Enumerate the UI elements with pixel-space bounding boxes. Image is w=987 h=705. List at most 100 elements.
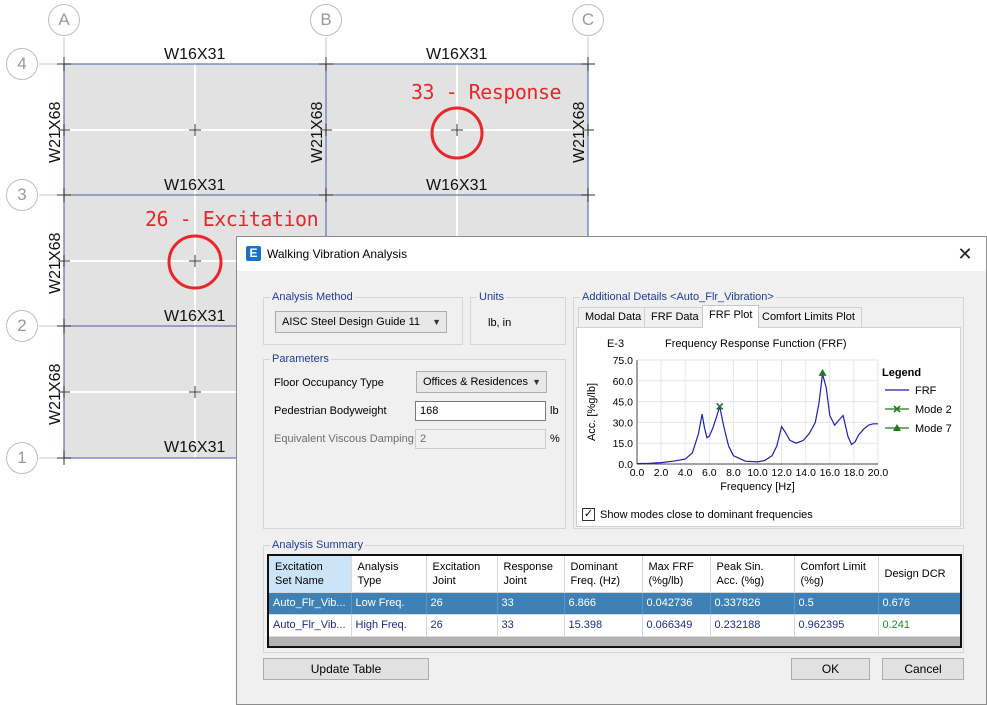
bodyweight-input[interactable] [415, 401, 546, 421]
additional-details-legend: Additional Details <Auto_Flr_Vibration> [582, 291, 774, 303]
analysis-method-legend: Analysis Method [272, 291, 353, 303]
chevron-down-icon: ▼ [532, 377, 541, 387]
beam-label-vertical: W21X68 [47, 232, 64, 294]
dialog-titlebar[interactable]: E Walking Vibration Analysis ✕ [237, 237, 986, 271]
ok-button[interactable]: OK [791, 658, 870, 680]
table-cell: 26 [426, 614, 498, 637]
y-tick-label: 60.0 [613, 376, 634, 388]
beam-label: W16X31 [164, 439, 226, 456]
x-tick-label: 4.0 [678, 467, 693, 479]
table-cell: Low Freq. [351, 592, 427, 615]
occupancy-label: Floor Occupancy Type [274, 377, 384, 389]
table-row[interactable]: Auto_Flr_Vib... Low Freq. 26 33 6.866 0.… [269, 592, 960, 615]
tab-modal-data[interactable]: Modal Data [578, 307, 649, 327]
x-tick-label: 6.0 [702, 467, 717, 479]
parameters-legend: Parameters [272, 353, 329, 365]
tab-frf-plot[interactable]: FRF Plot [702, 305, 760, 328]
table-cell: 0.042736 [642, 592, 711, 615]
y-tick-label: 30.0 [613, 417, 634, 429]
table-cell: High Freq. [351, 614, 427, 637]
analysis-method-select[interactable]: AISC Steel Design Guide 11 ▼ [275, 311, 447, 333]
column-header[interactable]: Dominant Freq. (Hz) [564, 556, 643, 593]
x-tick-label: 20.0 [868, 467, 889, 479]
damping-input [415, 429, 546, 449]
update-table-button[interactable]: Update Table [263, 658, 429, 680]
legend-title: Legend [882, 367, 921, 379]
column-header[interactable]: Max FRF (%g/lb) [642, 556, 711, 593]
x-tick-label: 16.0 [820, 467, 841, 479]
y-tick-label: 0.0 [618, 459, 633, 471]
beam-label: W16X31 [426, 46, 488, 63]
column-header[interactable]: Peak Sin. Acc. (%g) [710, 556, 795, 593]
occupancy-value: Offices & Residences [423, 376, 528, 388]
close-button[interactable]: ✕ [954, 243, 976, 265]
occupancy-select[interactable]: Offices & Residences ▼ [416, 371, 547, 393]
table-cell: 0.5 [794, 592, 879, 615]
grid-bubble-col-a: A [48, 4, 80, 36]
legend-entry: Mode 2 [915, 404, 952, 416]
x-tick-label: 8.0 [726, 467, 741, 479]
grid-bubble-row-2: 2 [6, 310, 38, 342]
table-row[interactable]: Auto_Flr_Vib... High Freq. 26 33 15.398 … [269, 614, 960, 637]
units-value: lb, in [488, 317, 512, 329]
analysis-summary-legend: Analysis Summary [272, 539, 364, 551]
analysis-summary-table[interactable]: Excitation Set Name Analysis Type Excitati… [267, 554, 962, 648]
grid-bubble-col-c: C [572, 4, 604, 36]
y-tick-label: 45.0 [613, 397, 634, 409]
y-multiplier-label: E-3 [607, 338, 624, 350]
y-axis-label: Acc. [%g/lb] [586, 383, 598, 441]
legend-entry: FRF [915, 385, 937, 397]
frf-plot-panel: Frequency Response Function (FRF) E-3 0.0 2… [576, 327, 961, 527]
column-header[interactable]: Response Joint [497, 556, 565, 593]
bodyweight-label: Pedestrian Bodyweight [274, 405, 387, 417]
analysis-method-value: AISC Steel Design Guide 11 [282, 316, 420, 328]
beam-label-vertical: W21X68 [47, 101, 64, 163]
tab-comfort-limits-plot[interactable]: Comfort Limits Plot [755, 307, 862, 327]
table-cell: 0.066349 [642, 614, 711, 637]
x-tick-label: 14.0 [795, 467, 816, 479]
bodyweight-unit: lb [550, 405, 559, 417]
mode-7-marker [818, 368, 827, 376]
damping-unit: % [550, 433, 560, 445]
beam-label: W16X31 [164, 177, 226, 194]
table-cell: 6.866 [564, 592, 643, 615]
damping-label: Equivalent Viscous Damping [274, 433, 414, 445]
app-icon: E [246, 246, 261, 261]
column-header[interactable]: Excitation Joint [426, 556, 498, 593]
beam-label-vertical: W21X68 [309, 101, 326, 163]
column-header[interactable]: Comfort Limit (%g) [794, 556, 879, 593]
tab-frf-data[interactable]: FRF Data [644, 307, 706, 327]
table-cell: 26 [426, 592, 498, 615]
units-group: Units [470, 291, 566, 345]
table-cell: 0.676 [878, 592, 960, 615]
legend-entry: Mode 7 [915, 423, 952, 435]
cancel-button[interactable]: Cancel [882, 658, 964, 680]
excitation-annotation: 26 - Excitation [145, 207, 319, 231]
x-tick-label: 18.0 [844, 467, 865, 479]
y-tick-label: 75.0 [613, 355, 634, 367]
table-cell: 33 [497, 592, 565, 615]
table-cell: 0.337826 [710, 592, 795, 615]
beam-label: W16X31 [164, 46, 226, 63]
show-modes-checkbox[interactable]: ✓ [582, 508, 595, 521]
frf-chart: Frequency Response Function (FRF) E-3 0.0 2… [586, 338, 952, 493]
beam-label-vertical: W21X68 [571, 101, 588, 163]
chart-title: Frequency Response Function (FRF) [665, 338, 847, 350]
units-legend: Units [479, 291, 505, 303]
table-cell: 33 [497, 614, 565, 637]
column-header[interactable]: Analysis Type [351, 556, 427, 593]
table-cell: 15.398 [564, 614, 643, 637]
x-tick-label: 10.0 [747, 467, 768, 479]
column-header[interactable]: Excitation Set Name [269, 556, 352, 593]
x-tick-label: 12.0 [771, 467, 792, 479]
table-cell: 0.232188 [710, 614, 795, 637]
beam-label-vertical: W21X68 [47, 363, 64, 425]
beam-label: W16X31 [164, 308, 226, 325]
grid-bubble-row-4: 4 [6, 48, 38, 80]
chevron-down-icon: ▼ [432, 317, 441, 327]
column-header[interactable]: Design DCR [878, 556, 960, 593]
grid-bubble-row-1: 1 [6, 442, 38, 474]
table-header-row: Excitation Set Name Analysis Type Excitati… [269, 556, 960, 593]
table-cell: Auto_Flr_Vib... [269, 614, 352, 637]
table-cell: Auto_Flr_Vib... [269, 592, 352, 615]
